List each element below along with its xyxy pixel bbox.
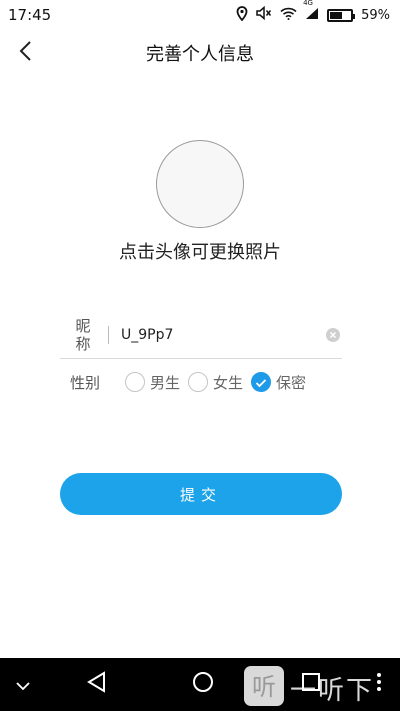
recents-square-icon: [301, 672, 321, 696]
mute-icon: [256, 5, 272, 24]
nav-home-button[interactable]: [191, 672, 215, 696]
gender-option-female[interactable]: 女生: [188, 372, 243, 393]
status-time: 17:45: [8, 6, 52, 24]
status-icons: 4G 59%: [236, 0, 390, 25]
nickname-separator: [108, 326, 109, 344]
home-circle-icon: [192, 671, 214, 697]
avatar[interactable]: [156, 140, 244, 228]
battery-fill: [330, 11, 342, 19]
checkmark-icon: [255, 373, 267, 392]
radio-secret[interactable]: [251, 372, 272, 392]
nickname-label-line2: 称: [75, 335, 91, 353]
status-bar: 17:45 4G 59%: [0, 0, 400, 30]
title-bar: 完善个人信息: [0, 30, 400, 76]
clear-icon[interactable]: [326, 328, 340, 342]
submit-button[interactable]: 提交: [60, 473, 342, 515]
screen: 17:45 4G 59% 完善个人信息 点击头像可更换照片 昵 称 U_9Pp7…: [0, 0, 400, 711]
gender-female-label: 女生: [213, 373, 244, 392]
back-button[interactable]: [10, 36, 40, 70]
nickname-row: 昵 称: [60, 312, 342, 359]
back-arrow-icon: [18, 40, 32, 66]
nav-back-button[interactable]: [84, 671, 108, 697]
radio-male[interactable]: [125, 372, 145, 392]
nickname-label-line1: 昵: [75, 317, 91, 335]
nickname-label: 昵 称: [66, 317, 100, 353]
avatar-hint: 点击头像可更换照片: [119, 242, 281, 263]
nav-more-button[interactable]: [372, 672, 386, 696]
nav-recents-button[interactable]: [299, 672, 323, 696]
gender-option-secret[interactable]: 保密: [251, 372, 306, 393]
back-triangle-icon: [86, 671, 106, 697]
more-icon: [376, 672, 382, 696]
wifi-icon: [280, 6, 297, 24]
radio-female[interactable]: [188, 372, 209, 392]
network-type: 4G: [303, 0, 313, 7]
battery-percent: 59%: [361, 7, 390, 23]
gender-label: 性别: [70, 373, 101, 392]
gender-option-male[interactable]: 男生: [125, 372, 180, 393]
page-title: 完善个人信息: [146, 44, 254, 65]
nickname-input[interactable]: [121, 327, 326, 343]
battery-icon: [327, 8, 356, 22]
collapse-icon: [16, 676, 30, 695]
nav-bar: [0, 658, 400, 711]
gender-row: 性别 男生 女生 保密: [60, 368, 342, 396]
location-icon: [236, 5, 248, 25]
signal-icon: 4G: [303, 0, 319, 24]
gender-secret-label: 保密: [276, 373, 307, 392]
gender-male-label: 男生: [150, 373, 181, 392]
collapse-button[interactable]: [12, 676, 34, 694]
